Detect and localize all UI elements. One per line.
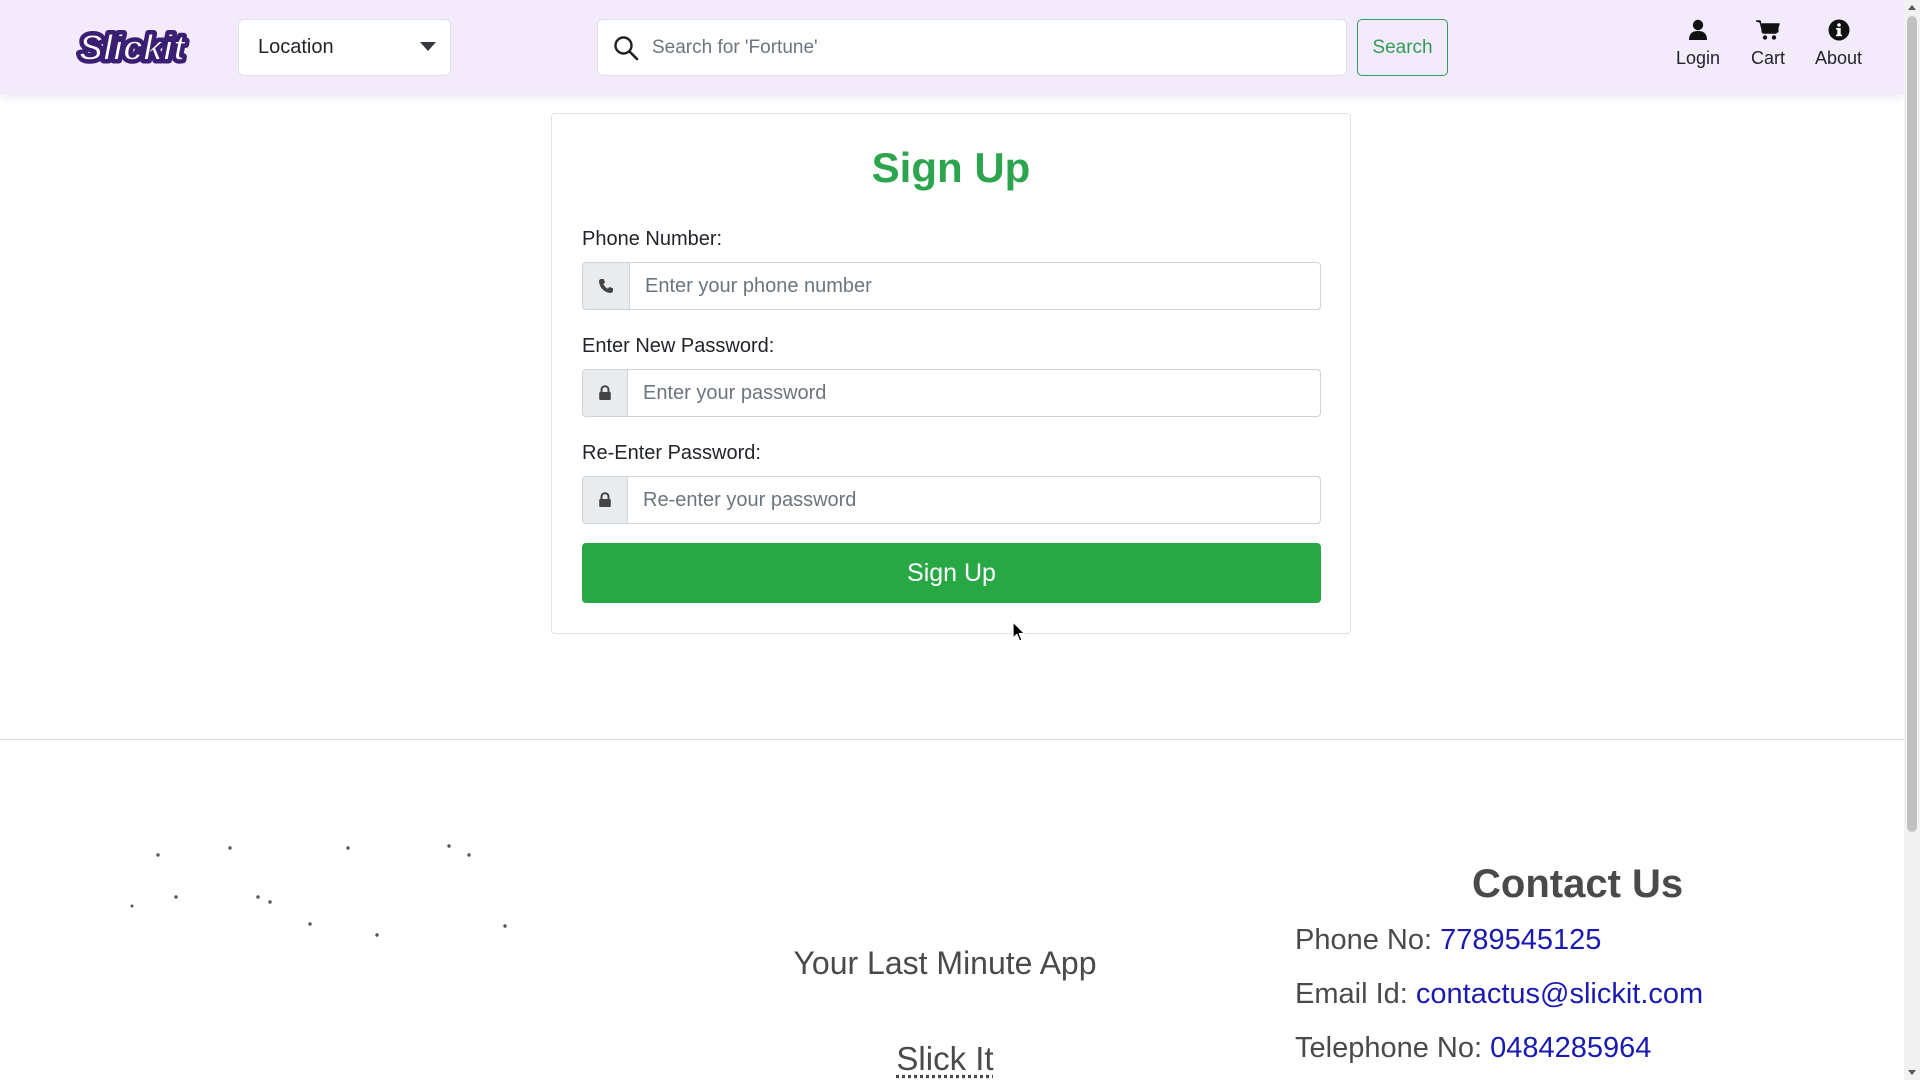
user-icon — [1686, 18, 1710, 42]
nav-cart-label: Cart — [1751, 48, 1786, 68]
scroll-down-icon[interactable] — [1908, 1070, 1916, 1075]
contact-phone: Phone No: 7789545125 — [1295, 924, 1601, 957]
contact-phone-label: Phone No: — [1295, 924, 1433, 956]
signup-title: Sign Up — [871, 144, 1031, 191]
info-icon — [1827, 18, 1851, 42]
scroll-up-icon[interactable] — [1908, 5, 1916, 10]
footer-divider — [0, 739, 1904, 740]
password-input-group — [582, 369, 1321, 417]
nav-cart[interactable]: Cart — [1751, 18, 1785, 69]
contact-telephone-link[interactable]: 0484285964 — [1490, 1032, 1651, 1064]
signup-button[interactable]: Sign Up — [582, 543, 1321, 603]
decorative-dots — [130, 844, 507, 937]
confirm-password-input-group — [582, 476, 1321, 524]
search-input[interactable] — [652, 36, 1292, 59]
password-label: Enter New Password: — [582, 335, 775, 357]
logo-image: Slickit Slickit — [75, 24, 190, 70]
scrollbar-thumb[interactable] — [1907, 16, 1917, 832]
contact-title: Contact Us — [1472, 862, 1684, 906]
chevron-down-icon — [420, 42, 436, 51]
logo[interactable]: Slickit Slickit — [74, 24, 190, 70]
confirm-password-label: Re-Enter Password: — [582, 442, 761, 464]
lock-icon — [582, 476, 627, 524]
lock-icon — [582, 369, 627, 417]
phone-input[interactable] — [629, 262, 1321, 310]
contact-email-label: Email Id: — [1295, 978, 1408, 1010]
phone-input-group — [582, 262, 1321, 310]
contact-telephone-label: Telephone No: — [1295, 1032, 1483, 1064]
nav-login-label: Login — [1676, 48, 1721, 68]
phone-label: Phone Number: — [582, 228, 723, 250]
password-input[interactable] — [627, 369, 1321, 417]
location-label: Location — [258, 36, 334, 58]
nav-about[interactable]: About — [1815, 18, 1862, 69]
page-scrollbar[interactable] — [1904, 0, 1920, 1080]
search-box — [597, 19, 1347, 76]
contact-email-link[interactable]: contactus@slickit.com — [1416, 978, 1703, 1010]
navbar: Slickit Slickit Location Search Login — [0, 0, 1904, 95]
signup-card: Sign Up Phone Number: Enter New Password… — [551, 113, 1351, 634]
confirm-password-input[interactable] — [627, 476, 1321, 524]
nav-login[interactable]: Login — [1676, 18, 1720, 69]
location-dropdown[interactable]: Location — [238, 19, 451, 76]
logo-text-overlay: Slickit — [79, 27, 187, 68]
contact-telephone: Telephone No: 0484285964 — [1295, 1032, 1651, 1065]
phone-icon — [582, 262, 629, 310]
contact-phone-link[interactable]: 7789545125 — [1440, 924, 1601, 956]
footer-tagline: Your Last Minute App — [793, 945, 1097, 981]
search-button[interactable]: Search — [1357, 19, 1448, 76]
footer-brand-link[interactable]: Slick It — [700, 1040, 1190, 1078]
cart-icon — [1756, 18, 1780, 42]
mouse-cursor-icon — [1012, 621, 1026, 643]
nav-about-label: About — [1815, 48, 1863, 68]
contact-email: Email Id: contactus@slickit.com — [1295, 978, 1703, 1011]
search-icon — [612, 34, 640, 62]
